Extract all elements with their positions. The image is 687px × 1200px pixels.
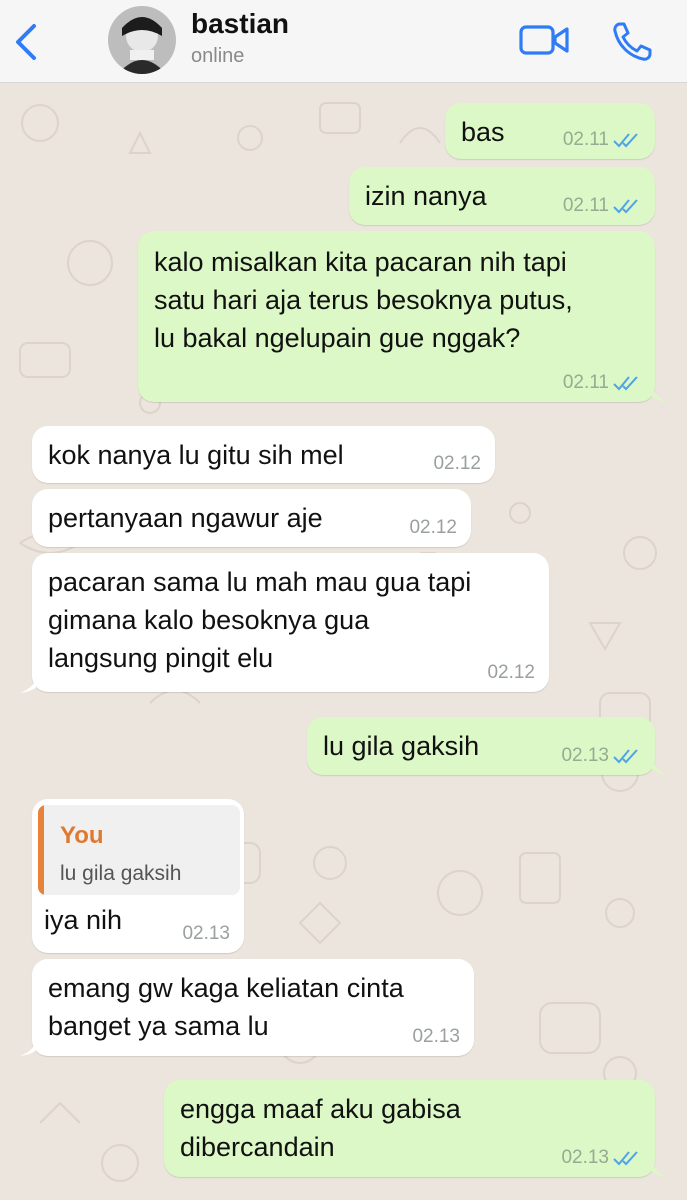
bubble-tail-icon: [20, 1036, 38, 1056]
read-ticks-icon: [613, 199, 638, 214]
message-meta: 02.13: [412, 1026, 460, 1048]
message-time: 02.13: [182, 923, 230, 944]
message-time: 02.13: [561, 1147, 609, 1168]
chevron-left-icon[interactable]: [12, 22, 42, 62]
message-time: 02.11: [562, 129, 609, 150]
bubble-tail-icon: [650, 1157, 668, 1177]
message-time: 02.11: [562, 372, 609, 393]
message-meta: 02.11: [563, 372, 641, 394]
contact-status: online: [191, 45, 245, 67]
message-bubble[interactable]: pacaran sama lu mah mau gua tapi gimana …: [32, 553, 549, 692]
message-meta: 02.13: [561, 1147, 641, 1169]
message-line: pacaran sama lu mah mau gua tapi: [48, 567, 472, 597]
message-text: pacaran sama lu mah mau gua tapi gimana …: [48, 563, 471, 677]
message-text: bas: [461, 117, 505, 147]
chat-area[interactable]: bas 02.11 izin nanya 02.11 kalo misalkan…: [0, 83, 687, 1200]
message-bubble[interactable]: You lu gila gaksih iya nih 02.13: [32, 799, 244, 953]
phone-icon[interactable]: [610, 20, 654, 64]
message-bubble[interactable]: izin nanya 02.11: [349, 167, 655, 225]
quoted-reply[interactable]: You lu gila gaksih: [38, 805, 240, 895]
message-bubble[interactable]: kalo misalkan kita pacaran nih tapi satu…: [138, 231, 655, 402]
message-line: engga maaf aku gabisa: [180, 1094, 461, 1124]
message-time: 02.13: [561, 745, 609, 766]
read-ticks-icon: [613, 749, 638, 764]
message-bubble[interactable]: engga maaf aku gabisa dibercandain 02.13: [164, 1080, 655, 1177]
message-time: 02.12: [409, 517, 457, 538]
message-bubble[interactable]: pertanyaan ngawur aje 02.12: [32, 489, 471, 547]
message-text: kalo misalkan kita pacaran nih tapi satu…: [154, 243, 573, 357]
message-line: emang gw kaga keliatan cinta: [48, 973, 404, 1003]
message-line: kalo misalkan kita pacaran nih tapi: [154, 247, 567, 277]
read-ticks-icon: [613, 133, 638, 148]
message-text: iya nih: [44, 905, 123, 935]
message-bubble[interactable]: bas 02.11: [445, 103, 655, 159]
message-line: satu hari aja terus besoknya putus,: [154, 285, 573, 315]
read-ticks-icon: [613, 376, 638, 391]
bubble-tail-icon: [20, 673, 38, 693]
message-bubble[interactable]: emang gw kaga keliatan cinta banget ya s…: [32, 959, 474, 1056]
message-time: 02.11: [562, 195, 609, 216]
message-bubble[interactable]: lu gila gaksih 02.13: [307, 717, 655, 775]
quote-bar: [38, 805, 44, 895]
contact-name[interactable]: bastian: [191, 8, 289, 40]
message-meta: 02.12: [487, 662, 535, 684]
read-ticks-icon: [613, 1151, 638, 1166]
video-camera-icon[interactable]: [518, 22, 570, 58]
message-line: dibercandain: [180, 1132, 335, 1162]
message-meta: 02.13: [561, 745, 641, 767]
message-meta: 02.11: [563, 129, 641, 151]
message-time: 02.12: [487, 662, 535, 683]
message-bubble[interactable]: kok nanya lu gitu sih mel 02.12: [32, 426, 495, 483]
message-meta: 02.12: [409, 517, 457, 539]
message-line: lu bakal ngelupain gue nggak?: [154, 323, 521, 353]
avatar[interactable]: [108, 6, 176, 74]
bubble-tail-icon: [650, 382, 668, 402]
message-text: engga maaf aku gabisa dibercandain: [180, 1090, 461, 1166]
message-time: 02.13: [412, 1026, 460, 1047]
message-meta: 02.12: [433, 453, 481, 475]
message-time: 02.12: [433, 453, 481, 474]
message-line: gimana kalo besoknya gua: [48, 605, 370, 635]
message-line: banget ya sama lu: [48, 1011, 269, 1041]
message-line: langsung pingit elu: [48, 643, 274, 673]
message-text: kok nanya lu gitu sih mel: [48, 440, 344, 470]
quote-text: lu gila gaksih: [60, 862, 182, 885]
message-text: lu gila gaksih: [323, 731, 480, 761]
message-text: izin nanya: [365, 181, 487, 211]
quote-author: You: [60, 822, 104, 849]
bubble-tail-icon: [650, 755, 668, 775]
message-text: pertanyaan ngawur aje: [48, 503, 323, 533]
message-meta: 02.13: [182, 923, 230, 945]
chat-header: bastian online: [0, 0, 687, 83]
message-meta: 02.11: [563, 195, 641, 217]
message-text: emang gw kaga keliatan cinta banget ya s…: [48, 969, 404, 1045]
